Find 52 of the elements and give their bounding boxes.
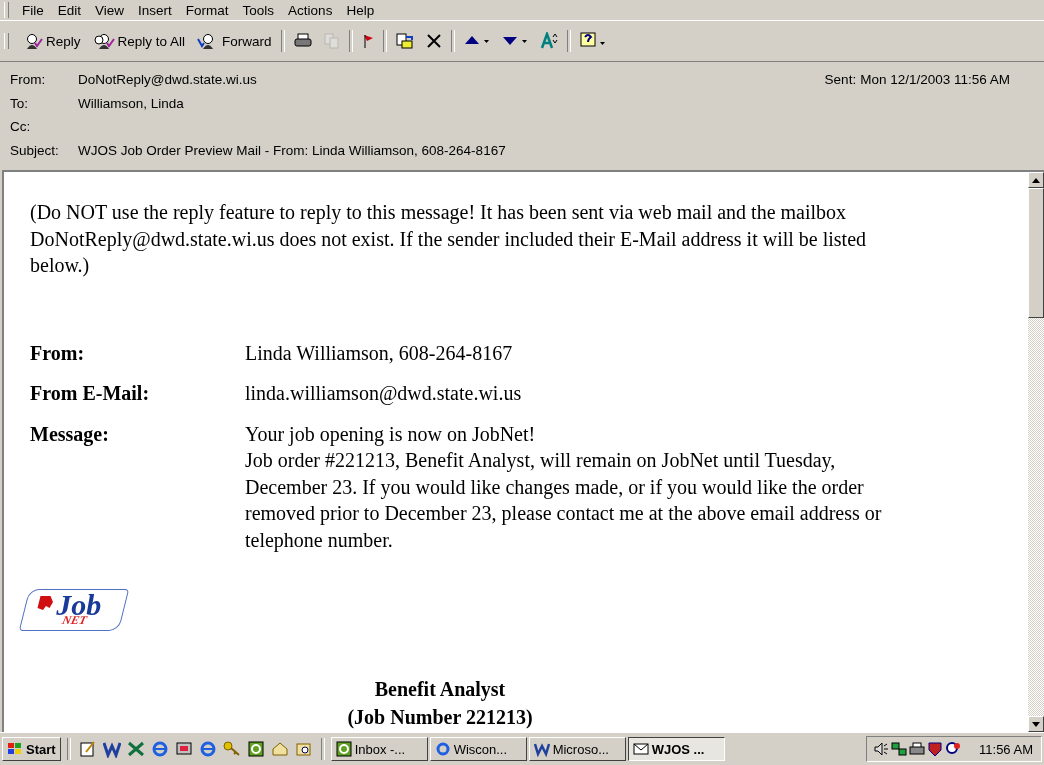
word-icon bbox=[533, 741, 550, 757]
clock-icon bbox=[335, 741, 352, 757]
field-label: Subject: bbox=[10, 142, 60, 158]
field-value: Job order #221213, Benefit Analyst, will remain on JobNet until Tuesday, December 23. If you would like changes made, or if you would like the order removed prior to December 23, please contact me at the above email address or telephone number. bbox=[245, 448, 883, 553]
clock: 11:56 AM bbox=[979, 741, 1033, 757]
word-icon[interactable] bbox=[100, 740, 123, 758]
toolbar-button[interactable]: Reply to All bbox=[86, 28, 192, 54]
taskbar-button[interactable]: Microso... bbox=[528, 737, 626, 761]
people-icon bbox=[92, 33, 115, 49]
start-button[interactable]: Start bbox=[2, 737, 61, 761]
up-arrow-icon bbox=[1032, 177, 1040, 183]
taskbar-button[interactable]: WJOS ... bbox=[627, 737, 725, 761]
field-label: From: bbox=[30, 340, 86, 366]
network-icon[interactable] bbox=[891, 741, 908, 757]
menu-item[interactable]: Insert bbox=[131, 1, 179, 19]
menu-item[interactable]: Edit bbox=[50, 1, 89, 19]
help-icon[interactable] bbox=[945, 741, 962, 757]
menu-item[interactable]: File bbox=[15, 1, 51, 19]
field-label: From E-Mail: bbox=[30, 381, 151, 406]
field-value: Williamson, Linda bbox=[78, 95, 184, 111]
windows-logo-icon bbox=[7, 742, 23, 756]
printer-icon[interactable] bbox=[909, 741, 926, 757]
field-value: WJOS Job Order Preview Mail - From: Linda Williamson, 608-264-8167 bbox=[78, 142, 506, 158]
field-value: Your job opening is now on JobNet! bbox=[245, 421, 537, 447]
menu-item[interactable]: View bbox=[88, 1, 132, 19]
taskbar-button[interactable]: Inbox -... bbox=[330, 737, 428, 761]
field-value: Mon 12/1/2003 11:56 AM bbox=[860, 72, 1010, 88]
notice-text: (Do NOT use the reply feature to reply to this message! It has been sent via web mail and the mailbox DoNotReply@dwd.state.wi.us does not exist. If the sender included their E-Mail address it will be listed below.) bbox=[30, 200, 868, 279]
scrollbar[interactable] bbox=[1028, 172, 1044, 732]
field-value: Linda Williamson, 608-264-8167 bbox=[245, 340, 514, 366]
field-value: linda.williamson@dwd.state.wi.us bbox=[245, 381, 523, 407]
menu-item[interactable]: Actions bbox=[281, 1, 340, 19]
speaker-icon[interactable] bbox=[873, 741, 890, 757]
menu-item[interactable]: Tools bbox=[235, 1, 282, 19]
envelope-icon bbox=[632, 741, 649, 757]
toolbar-button[interactable]: Reply bbox=[15, 28, 87, 54]
menu-item[interactable]: Help bbox=[339, 1, 382, 19]
toolbar-button[interactable]: Forward bbox=[191, 28, 278, 54]
field-label: To: bbox=[10, 95, 29, 111]
job-number: (Job Number 221213) bbox=[346, 705, 534, 731]
field-label: From: bbox=[10, 72, 47, 88]
scroll-thumb[interactable] bbox=[1028, 188, 1044, 318]
field-label: Message: bbox=[30, 421, 110, 448]
field-label: Sent: bbox=[824, 72, 857, 88]
down-arrow-icon bbox=[1032, 721, 1040, 727]
field-label: Cc: bbox=[10, 119, 32, 135]
shield-icon[interactable] bbox=[927, 741, 944, 757]
field-value: DoNotReply@dwd.state.wi.us bbox=[78, 72, 257, 88]
browser-icon bbox=[434, 741, 451, 757]
taskbar-button[interactable]: Wiscon... bbox=[429, 737, 527, 761]
job-title: Benefit Analyst bbox=[373, 677, 507, 703]
menu-item[interactable]: Format bbox=[178, 1, 236, 19]
